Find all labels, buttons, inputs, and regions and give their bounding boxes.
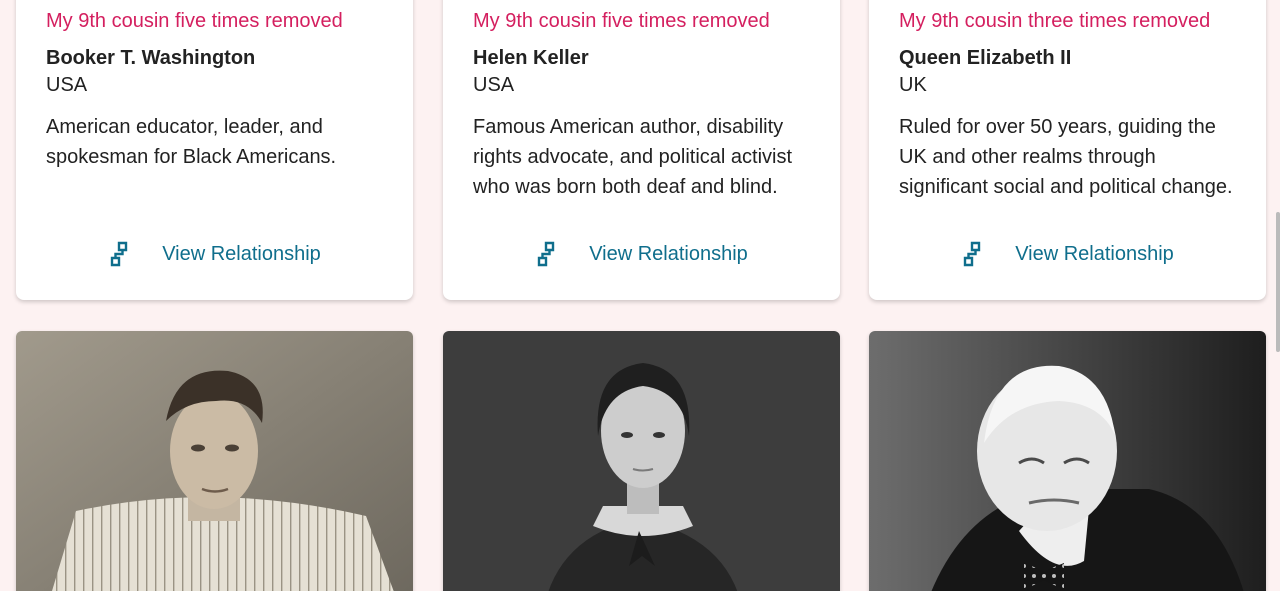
relationship-label: My 9th cousin five times removed [46, 10, 343, 32]
relative-card: My 9th cousin five times removed Booker … [16, 0, 413, 300]
view-relationship-link[interactable]: View Relationship [16, 240, 413, 268]
relative-photo-card[interactable] [16, 331, 413, 591]
relative-name: Booker T. Washington [46, 47, 256, 69]
relative-card: My 9th cousin three times removed Queen … [869, 0, 1266, 300]
relative-description: Ruled for over 50 years, guiding the UK … [899, 116, 1233, 198]
relative-country: UK [899, 74, 927, 96]
relationship-tree-icon [110, 241, 128, 267]
relative-country: USA [46, 74, 88, 96]
relationship-label: My 9th cousin three times removed [899, 10, 1211, 32]
view-relationship-link[interactable]: View Relationship [869, 240, 1266, 268]
view-relationship-link[interactable]: View Relationship [443, 240, 840, 268]
relative-description: Famous American author, disability right… [473, 116, 793, 198]
relative-portrait-photo [16, 331, 413, 591]
relative-country: USA [473, 74, 515, 96]
relationship-label: My 9th cousin five times removed [473, 10, 770, 32]
view-relationship-label: View Relationship [162, 242, 321, 265]
page-scrollbar[interactable] [1276, 212, 1280, 352]
relative-portrait-photo [869, 331, 1266, 591]
relative-name: Queen Elizabeth II [899, 47, 1072, 69]
relationship-tree-icon [963, 241, 981, 267]
relative-portrait-photo [443, 331, 840, 591]
view-relationship-label: View Relationship [589, 242, 748, 265]
relationship-tree-icon [537, 241, 555, 267]
relative-name: Helen Keller [473, 47, 589, 69]
relative-photo-card[interactable] [869, 331, 1266, 591]
relative-description: American educator, leader, and spokesman… [46, 116, 337, 168]
famous-relatives-page: My 9th cousin five times removed Booker … [0, 0, 1280, 591]
relative-photo-card[interactable] [443, 331, 840, 591]
view-relationship-label: View Relationship [1015, 242, 1174, 265]
relative-card: My 9th cousin five times removed Helen K… [443, 0, 840, 300]
